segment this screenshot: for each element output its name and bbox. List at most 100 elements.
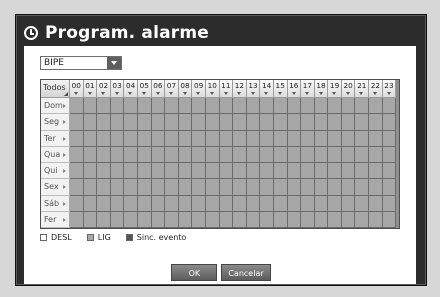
schedule-cell[interactable] bbox=[219, 114, 234, 131]
schedule-cell[interactable] bbox=[355, 98, 370, 115]
schedule-cell[interactable] bbox=[124, 98, 138, 115]
schedule-cell[interactable] bbox=[124, 195, 138, 212]
schedule-cell[interactable] bbox=[219, 146, 234, 163]
schedule-cell[interactable] bbox=[328, 146, 342, 163]
schedule-cell[interactable] bbox=[137, 211, 152, 228]
hour-header-cell[interactable]: 04 bbox=[124, 80, 138, 98]
schedule-cell[interactable] bbox=[192, 179, 206, 196]
schedule-cell[interactable] bbox=[219, 130, 234, 147]
schedule-cell[interactable] bbox=[233, 211, 247, 228]
schedule-cell[interactable] bbox=[70, 114, 84, 131]
schedule-cell[interactable] bbox=[83, 211, 98, 228]
schedule-cell[interactable] bbox=[233, 98, 247, 115]
hour-header-cell[interactable]: 11 bbox=[219, 80, 234, 98]
schedule-cell[interactable] bbox=[110, 211, 125, 228]
schedule-cell[interactable] bbox=[341, 179, 356, 196]
schedule-cell[interactable] bbox=[110, 179, 125, 196]
schedule-cell[interactable] bbox=[328, 179, 342, 196]
schedule-cell[interactable] bbox=[246, 163, 261, 180]
schedule-cell[interactable] bbox=[110, 130, 125, 147]
schedule-cell[interactable] bbox=[341, 211, 356, 228]
schedule-cell[interactable] bbox=[273, 163, 288, 180]
schedule-cell[interactable] bbox=[246, 179, 261, 196]
schedule-cell[interactable] bbox=[382, 146, 397, 163]
schedule-cell[interactable] bbox=[301, 179, 315, 196]
schedule-cell[interactable] bbox=[151, 98, 166, 115]
schedule-cell[interactable] bbox=[151, 114, 166, 131]
schedule-cell[interactable] bbox=[97, 163, 111, 180]
schedule-cell[interactable] bbox=[192, 163, 206, 180]
schedule-cell[interactable] bbox=[124, 114, 138, 131]
hour-header-cell[interactable]: 19 bbox=[328, 80, 342, 98]
schedule-cell[interactable] bbox=[287, 163, 302, 180]
schedule-cell[interactable] bbox=[151, 130, 166, 147]
schedule-cell[interactable] bbox=[205, 211, 220, 228]
schedule-cell[interactable] bbox=[178, 163, 193, 180]
schedule-cell[interactable] bbox=[219, 98, 234, 115]
hour-header-cell[interactable]: 22 bbox=[369, 80, 383, 98]
ok-button[interactable]: OK bbox=[171, 264, 218, 281]
schedule-cell[interactable] bbox=[233, 179, 247, 196]
schedule-cell[interactable] bbox=[178, 211, 193, 228]
schedule-cell[interactable] bbox=[355, 163, 370, 180]
schedule-cell[interactable] bbox=[137, 179, 152, 196]
schedule-cell[interactable] bbox=[97, 211, 111, 228]
day-row-label[interactable]: Sáb bbox=[41, 195, 70, 212]
schedule-cell[interactable] bbox=[83, 163, 98, 180]
schedule-cell[interactable] bbox=[83, 146, 98, 163]
schedule-cell[interactable] bbox=[301, 163, 315, 180]
schedule-cell[interactable] bbox=[70, 179, 84, 196]
schedule-cell[interactable] bbox=[83, 114, 98, 131]
schedule-cell[interactable] bbox=[260, 163, 274, 180]
schedule-cell[interactable] bbox=[355, 195, 370, 212]
schedule-cell[interactable] bbox=[328, 195, 342, 212]
schedule-cell[interactable] bbox=[341, 163, 356, 180]
schedule-cell[interactable] bbox=[110, 146, 125, 163]
schedule-cell[interactable] bbox=[260, 146, 274, 163]
schedule-cell[interactable] bbox=[369, 211, 383, 228]
schedule-cell[interactable] bbox=[260, 179, 274, 196]
schedule-cell[interactable] bbox=[83, 179, 98, 196]
schedule-cell[interactable] bbox=[273, 98, 288, 115]
schedule-cell[interactable] bbox=[314, 146, 329, 163]
schedule-cell[interactable] bbox=[165, 195, 179, 212]
schedule-cell[interactable] bbox=[301, 211, 315, 228]
schedule-cell[interactable] bbox=[328, 211, 342, 228]
schedule-cell[interactable] bbox=[192, 98, 206, 115]
schedule-cell[interactable] bbox=[314, 130, 329, 147]
hour-header-cell[interactable]: 05 bbox=[137, 80, 152, 98]
schedule-cell[interactable] bbox=[70, 211, 84, 228]
hour-header-cell[interactable]: 12 bbox=[233, 80, 247, 98]
schedule-cell[interactable] bbox=[355, 211, 370, 228]
schedule-cell[interactable] bbox=[178, 195, 193, 212]
day-row-label[interactable]: Dom bbox=[41, 98, 70, 115]
schedule-cell[interactable] bbox=[219, 163, 234, 180]
schedule-cell[interactable] bbox=[369, 114, 383, 131]
schedule-cell[interactable] bbox=[341, 130, 356, 147]
schedule-cell[interactable] bbox=[110, 114, 125, 131]
chevron-down-icon[interactable] bbox=[107, 57, 121, 69]
schedule-cell[interactable] bbox=[287, 195, 302, 212]
schedule-cell[interactable] bbox=[83, 195, 98, 212]
schedule-cell[interactable] bbox=[83, 130, 98, 147]
hour-header-cell[interactable]: 16 bbox=[287, 80, 302, 98]
schedule-cell[interactable] bbox=[151, 163, 166, 180]
schedule-cell[interactable] bbox=[165, 130, 179, 147]
schedule-cell[interactable] bbox=[165, 114, 179, 131]
schedule-cell[interactable] bbox=[137, 163, 152, 180]
schedule-cell[interactable] bbox=[246, 195, 261, 212]
schedule-cell[interactable] bbox=[137, 146, 152, 163]
hour-header-cell[interactable]: 21 bbox=[355, 80, 370, 98]
schedule-cell[interactable] bbox=[355, 179, 370, 196]
schedule-cell[interactable] bbox=[110, 98, 125, 115]
schedule-cell[interactable] bbox=[314, 179, 329, 196]
day-row-label[interactable]: Fer bbox=[41, 211, 70, 228]
schedule-cell[interactable] bbox=[246, 98, 261, 115]
schedule-cell[interactable] bbox=[83, 98, 98, 115]
schedule-cell[interactable] bbox=[287, 211, 302, 228]
schedule-cell[interactable] bbox=[260, 130, 274, 147]
schedule-cell[interactable] bbox=[301, 195, 315, 212]
schedule-cell[interactable] bbox=[192, 195, 206, 212]
schedule-cell[interactable] bbox=[124, 146, 138, 163]
schedule-cell[interactable] bbox=[301, 114, 315, 131]
